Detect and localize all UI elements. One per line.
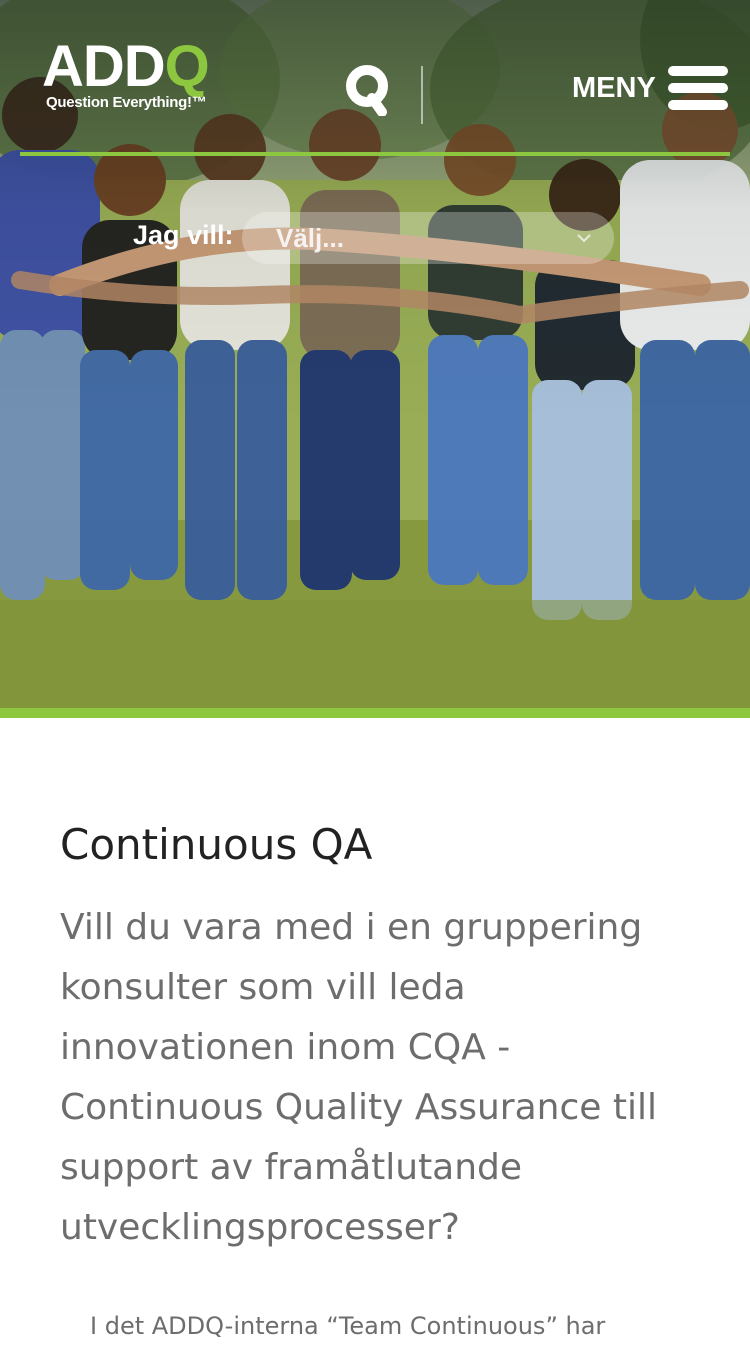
- addq-logo[interactable]: ADDQ Question Everything!™: [42, 34, 232, 118]
- logo-wordmark: ADDQ: [42, 34, 210, 99]
- main-content: Continuous QA Vill du vara med i en grup…: [60, 818, 700, 1258]
- hamburger-icon: [668, 66, 728, 114]
- logo-q-letter: Q: [164, 34, 210, 99]
- menu-label: MENY: [572, 72, 656, 104]
- header-divider: [421, 66, 423, 124]
- lead-paragraph: Vill du vara med i en gruppering konsult…: [60, 907, 657, 1248]
- search-q-icon: [346, 65, 388, 117]
- logo-tagline-mark: ™: [191, 94, 207, 111]
- hero-bottom-bar: [0, 708, 750, 718]
- logo-tagline-text: Question Everything!: [46, 94, 192, 111]
- logo-tagline: Question Everything!™: [46, 94, 207, 111]
- logo-main-text: ADD: [42, 34, 166, 99]
- chevron-down-icon: [577, 234, 591, 243]
- page-title: Continuous QA: [60, 820, 373, 869]
- select-value: Välj...: [276, 223, 344, 253]
- body-paragraph: I det ADDQ-interna “Team Continuous” har: [90, 1312, 606, 1340]
- search-button[interactable]: [342, 60, 394, 117]
- header-underline: [20, 152, 730, 156]
- jag-vill-select[interactable]: Välj...: [242, 212, 614, 264]
- menu-button[interactable]: MENY: [570, 64, 730, 114]
- jag-vill-label: Jag vill:: [133, 220, 234, 250]
